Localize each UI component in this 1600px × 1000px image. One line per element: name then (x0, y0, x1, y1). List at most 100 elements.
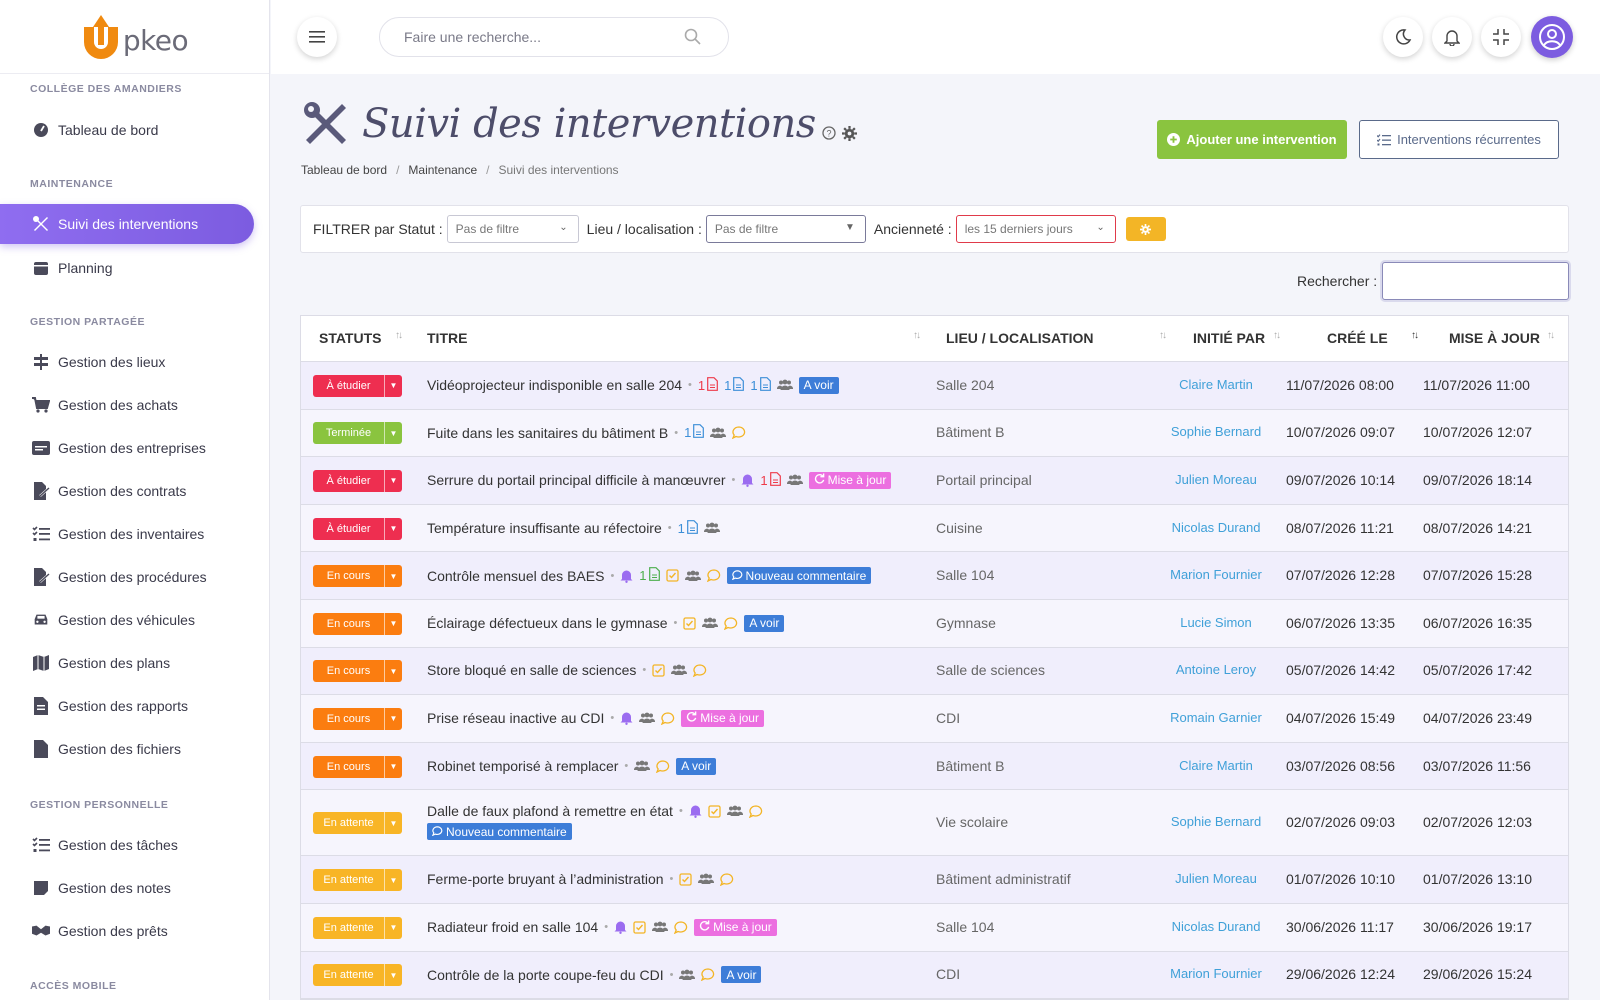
caret-down-icon[interactable]: ▼ (384, 612, 402, 635)
intervention-title-cell[interactable]: Robinet temporisé à remplacer • A voir (427, 757, 927, 775)
caret-down-icon[interactable]: ▼ (384, 517, 402, 540)
status-dropdown-button[interactable]: En attente ▼ (313, 812, 402, 835)
breadcrumb-link-maintenance[interactable]: Maintenance (408, 163, 477, 177)
gear-icon[interactable] (841, 125, 857, 141)
intervention-title[interactable]: Dalle de faux plafond à remettre en état (427, 803, 673, 819)
anciennete-filter-select[interactable]: les 15 derniers jours ⌄ (955, 215, 1116, 243)
caret-down-icon[interactable]: ▼ (384, 755, 402, 778)
intervention-title-cell[interactable]: Contrôle mensuel des BAES • 1 Nouveau comme… (427, 567, 927, 585)
caret-down-icon[interactable]: ▼ (384, 812, 402, 835)
sort-icon[interactable]: ↑↓ (1547, 330, 1555, 341)
sort-desc-icon[interactable]: ↑↓ (1411, 330, 1419, 341)
table-row[interactable]: À étudier ▼ Vidéoprojecteur indisponible e… (301, 362, 1568, 410)
table-row[interactable]: En attente ▼ Ferme-porte bruyant à l’admin… (301, 856, 1568, 904)
sidebar-item-lieux[interactable]: Gestion des lieux (0, 342, 254, 382)
status-dropdown-button[interactable]: Terminée ▼ (313, 422, 402, 445)
intervention-title[interactable]: Robinet temporisé à remplacer (427, 758, 618, 774)
sidebar-item-planning[interactable]: Planning (0, 248, 254, 288)
sort-icon[interactable]: ↑↓ (1159, 330, 1167, 341)
initiator-link[interactable]: Claire Martin (1161, 758, 1271, 773)
caret-down-icon[interactable]: ▼ (384, 422, 402, 445)
intervention-title[interactable]: Serrure du portail principal difficile à… (427, 472, 726, 488)
sort-icon[interactable]: ↑↓ (395, 330, 403, 341)
sidebar-item-taches[interactable]: Gestion des tâches (0, 825, 254, 865)
initiator-link[interactable]: Julien Moreau (1161, 871, 1271, 886)
intervention-title[interactable]: Prise réseau inactive au CDI (427, 710, 604, 726)
dark-mode-toggle[interactable] (1383, 17, 1423, 57)
intervention-title[interactable]: Contrôle mensuel des BAES (427, 568, 604, 584)
app-logo[interactable]: pkeo (0, 0, 269, 74)
intervention-title[interactable]: Fuite dans les sanitaires du bâtiment B (427, 425, 668, 441)
sidebar-item-tableau-de-bord[interactable]: Tableau de bord (0, 110, 254, 150)
intervention-title-cell[interactable]: Prise réseau inactive au CDI • Mise à jour (427, 709, 927, 727)
to-see-badge[interactable]: A voir (744, 614, 785, 632)
sidebar-item-plans[interactable]: Gestion des plans (0, 643, 254, 683)
status-dropdown-button[interactable]: En cours ▼ (313, 612, 402, 635)
caret-down-icon[interactable]: ▼ (384, 869, 402, 892)
update-badge[interactable]: Mise à jour (681, 709, 764, 727)
caret-down-icon[interactable]: ▼ (384, 565, 402, 588)
intervention-title-cell[interactable]: Fuite dans les sanitaires du bâtiment B •… (427, 424, 927, 441)
status-dropdown-button[interactable]: En attente ▼ (313, 916, 402, 939)
col-header-titre[interactable]: TITRE (427, 330, 467, 346)
intervention-title-cell[interactable]: Température insuffisante au réfectoire • 1 (427, 519, 927, 537)
initiator-link[interactable]: Julien Moreau (1161, 472, 1271, 487)
table-row[interactable]: En cours ▼ Éclairage défectueux dans le gy… (301, 599, 1568, 648)
table-row[interactable]: À étudier ▼ Serrure du portail principal d… (301, 457, 1568, 505)
to-see-badge[interactable]: A voir (676, 757, 717, 775)
initiator-link[interactable]: Nicolas Durand (1161, 520, 1271, 535)
to-see-badge[interactable]: A voir (798, 376, 839, 394)
initiator-link[interactable]: Sophie Bernard (1161, 814, 1271, 829)
table-row[interactable]: En cours ▼ Robinet temporisé à remplacer • A… (301, 742, 1568, 791)
col-header-lieu[interactable]: LIEU / LOCALISATION (946, 330, 1094, 346)
status-dropdown-button[interactable]: En cours ▼ (313, 707, 402, 730)
sidebar-item-notes[interactable]: Gestion des notes (0, 868, 254, 908)
fullscreen-exit-button[interactable] (1481, 17, 1521, 57)
intervention-title[interactable]: Store bloqué en salle de sciences (427, 662, 636, 678)
sidebar-item-procedures[interactable]: Gestion des procédures (0, 557, 254, 597)
initiator-link[interactable]: Marion Fournier (1161, 966, 1271, 981)
pdf-file-icon[interactable]: 1 (698, 376, 719, 394)
search-input[interactable]: Faire une recherche... (379, 17, 729, 57)
breadcrumb-link-dashboard[interactable]: Tableau de bord (301, 163, 387, 177)
table-row[interactable]: En cours ▼ Store bloqué en salle de scienc… (301, 647, 1568, 696)
status-dropdown-button[interactable]: En attente ▼ (313, 964, 402, 987)
initiator-link[interactable]: Marion Fournier (1161, 567, 1271, 582)
lieu-filter-select[interactable]: Pas de filtre ▼ (705, 215, 866, 243)
status-dropdown-button[interactable]: En cours ▼ (313, 660, 402, 683)
intervention-title-cell[interactable]: Éclairage défectueux dans le gymnase • A v… (427, 614, 927, 632)
excel-file-icon[interactable]: 1 (639, 567, 660, 584)
table-row[interactable]: En attente ▼ Radiateur froid en salle 104 •… (301, 903, 1568, 952)
intervention-title-cell[interactable]: Dalle de faux plafond à remettre en état… (427, 803, 927, 841)
status-dropdown-button[interactable]: À étudier ▼ (313, 374, 402, 397)
document-file-icon[interactable]: 1 (678, 519, 698, 537)
add-intervention-button[interactable]: Ajouter une intervention (1157, 120, 1347, 159)
status-dropdown-button[interactable]: À étudier ▼ (313, 517, 402, 540)
status-dropdown-button[interactable]: En cours ▼ (313, 755, 402, 778)
initiator-link[interactable]: Claire Martin (1161, 377, 1271, 392)
intervention-title[interactable]: Température insuffisante au réfectoire (427, 520, 662, 536)
to-see-badge[interactable]: A voir (721, 966, 762, 984)
update-badge[interactable]: Mise à jour (694, 918, 777, 936)
status-dropdown-button[interactable]: À étudier ▼ (313, 469, 402, 492)
intervention-title-cell[interactable]: Vidéoprojecteur indisponible en salle 20… (427, 376, 927, 394)
initiator-link[interactable]: Sophie Bernard (1161, 424, 1271, 439)
update-badge[interactable]: Mise à jour (808, 471, 892, 489)
table-row[interactable]: En cours ▼ Contrôle mensuel des BAES • 1 Nouv… (301, 552, 1568, 600)
document-file-icon[interactable]: 1 (724, 376, 745, 394)
caret-down-icon[interactable]: ▼ (384, 964, 402, 987)
filter-settings-button[interactable] (1125, 217, 1166, 241)
user-avatar-button[interactable] (1531, 16, 1573, 58)
sidebar-item-suivi-interventions[interactable]: Suivi des interventions (0, 204, 254, 244)
help-circle-icon[interactable]: ? (822, 126, 836, 140)
intervention-title[interactable]: Ferme-porte bruyant à l’administration (427, 871, 664, 887)
sidebar-item-prets[interactable]: Gestion des prêts (0, 911, 254, 951)
table-row[interactable]: Terminée ▼ Fuite dans les sanitaires du bâ… (301, 409, 1568, 458)
sidebar-item-rapports[interactable]: Gestion des rapports (0, 686, 254, 726)
pdf-file-icon[interactable]: 1 (760, 472, 781, 489)
sidebar-item-fichiers[interactable]: Gestion des fichiers (0, 729, 254, 769)
col-header-statuts[interactable]: STATUTS (319, 330, 381, 346)
initiator-link[interactable]: Romain Garnier (1161, 710, 1271, 725)
sort-icon[interactable]: ↑↓ (913, 330, 921, 341)
intervention-title-cell[interactable]: Ferme-porte bruyant à l’administration • (427, 871, 927, 887)
